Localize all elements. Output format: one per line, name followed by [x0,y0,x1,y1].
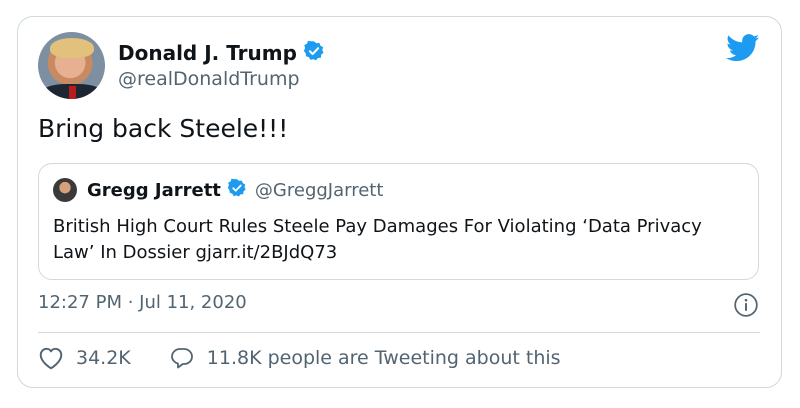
quoted-author-name: Gregg Jarrett [87,179,221,201]
quoted-author-handle: @GreggJarrett [254,179,384,201]
tweet-timestamp[interactable]: 12:27 PM · Jul 11, 2020 [38,292,247,313]
twitter-bird-icon[interactable] [726,34,760,66]
info-icon[interactable] [733,292,759,322]
quoted-tweet[interactable]: Gregg Jarrett @GreggJarrett British High… [38,163,759,280]
quoted-author-avatar [53,178,77,202]
author-name-row: Donald J. Trump [118,40,325,66]
tweet-text: Bring back Steele!!! [38,114,289,143]
conversation-text: 11.8K people are Tweeting about this [206,347,561,369]
like-count: 34.2K [76,347,131,369]
like-button[interactable]: 34.2K [38,346,131,370]
verified-badge-icon [227,178,247,202]
author-handle[interactable]: @realDonaldTrump [118,68,300,90]
author-name[interactable]: Donald J. Trump [118,41,297,65]
conversation-button[interactable]: 11.8K people are Tweeting about this [169,346,561,370]
author-avatar[interactable] [38,32,105,99]
heart-icon [39,347,63,370]
quoted-tweet-text: British High Court Rules Steele Pay Dama… [53,216,702,263]
verified-badge-icon [303,40,325,66]
quoted-author-row: Gregg Jarrett @GreggJarrett [87,178,383,202]
tweet-actions: 34.2K 11.8K people are Tweeting about th… [38,346,599,370]
divider [38,332,760,333]
reply-bubble-icon [170,348,193,369]
